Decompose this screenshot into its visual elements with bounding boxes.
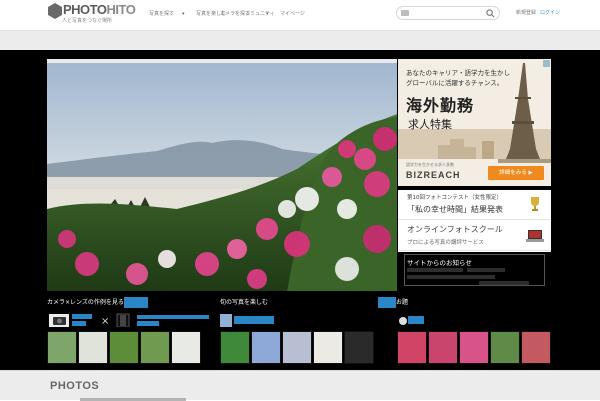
seasonal-row	[220, 312, 280, 327]
camera-lens-thumbs	[47, 331, 217, 364]
photo-thumbnail[interactable]	[459, 331, 489, 364]
photo-thumbnail[interactable]	[313, 331, 343, 364]
site-logo[interactable]: PHOTOHITO 人と写真をつなぐ場所	[48, 2, 138, 27]
ad-subheadline: 求人特集	[408, 118, 452, 131]
section-link-highlight	[123, 297, 148, 308]
ad-copy-line-2: グローバルに活躍するチャンス。	[406, 79, 504, 87]
promo-panel: 第10回フォトコンテスト（女性限定） 「私の幸せ時間」結果発表 オンラインフォト…	[398, 190, 551, 252]
photos-section-header: PHOTOS	[0, 370, 600, 401]
contest-banner[interactable]: 第10回フォトコンテスト（女性限定） 「私の幸せ時間」結果発表	[398, 190, 551, 220]
ad-copy-line-1: あなたのキャリア・語学力を生かし	[406, 69, 510, 77]
topic-strip	[399, 316, 424, 325]
photo-thumbnail[interactable]	[140, 331, 170, 364]
chevron-down-icon: ▾	[266, 11, 269, 17]
photo-thumbnail[interactable]	[251, 331, 281, 364]
site-header: PHOTOHITO 人と写真をつなぐ場所 写真を探す ▾ 写真を楽しむ カメラを…	[0, 0, 600, 30]
photo-thumbnail[interactable]	[490, 331, 520, 364]
seasonal-thumbs	[220, 331, 375, 364]
photo-thumbnail[interactable]	[428, 331, 458, 364]
contest-subtitle: 第10回フォトコンテスト（女性限定）	[407, 195, 502, 201]
section-seasonal-photos[interactable]: 旬の写真を楽しむ	[220, 297, 271, 308]
register-link[interactable]: 新規登録	[516, 10, 536, 16]
hero-landscape-image	[47, 59, 397, 291]
topic-thumbs	[397, 331, 552, 364]
ad-banner[interactable]: あなたのキャリア・語学力を生かし グローバルに活躍するチャンス。 海外勤務 求人…	[398, 59, 551, 186]
logo-tagline: 人と写真をつなぐ場所	[62, 18, 113, 24]
nav-item-mypage[interactable]: マイページ	[280, 6, 305, 22]
chevron-down-icon: ▾	[182, 11, 185, 17]
news-item[interactable]	[407, 268, 463, 272]
laptop-icon	[526, 230, 544, 242]
photos-heading: PHOTOS	[50, 380, 100, 392]
photo-thumbnail[interactable]	[397, 331, 427, 364]
news-item[interactable]	[407, 275, 495, 279]
school-title: オンラインフォトスクール	[407, 225, 503, 234]
svg-text:×: ×	[101, 316, 109, 327]
search-icon[interactable]	[486, 9, 495, 18]
photo-thumbnail[interactable]	[109, 331, 139, 364]
trophy-icon	[531, 197, 539, 211]
logo-hex-icon	[48, 3, 62, 19]
feature-stage: あなたのキャリア・語学力を生かし グローバルに活躍するチャンス。 海外勤務 求人…	[0, 50, 600, 370]
sub-nav-bar	[0, 30, 600, 50]
topic-row	[398, 312, 428, 326]
ad-headline: 海外勤務	[406, 96, 475, 115]
camera-lens-strip: ×	[49, 313, 209, 328]
nav-item-community[interactable]: コミュニティ	[245, 6, 275, 22]
photo-thumbnail[interactable]	[344, 331, 374, 364]
news-item[interactable]	[479, 281, 529, 285]
photo-thumbnail[interactable]	[171, 331, 201, 364]
news-heading: サイトからのお知らせ	[407, 259, 472, 267]
search-category-icon[interactable]	[401, 10, 409, 16]
school-subtitle: プロによる写真の講評サービス	[407, 240, 484, 246]
ad-brand-logo: BIZREACH	[406, 170, 461, 180]
hero-slide-indicator	[47, 59, 397, 63]
photo-thumbnail[interactable]	[78, 331, 108, 364]
photo-thumbnail[interactable]	[47, 331, 77, 364]
photo-thumbnail[interactable]	[282, 331, 312, 364]
section-camera-lens[interactable]: カメラ×レンズの作例を見る	[47, 297, 150, 308]
ad-choices-icon[interactable]	[543, 60, 550, 67]
photo-thumbnail[interactable]	[521, 331, 551, 364]
auth-links: 新規登録 ログイン	[516, 9, 560, 16]
seasonal-strip	[220, 314, 274, 327]
ad-cta-button[interactable]: 詳細をみる ▶	[488, 166, 544, 180]
camera-lens-row: ×	[47, 312, 217, 328]
logo-wordmark: PHOTOHITO	[63, 2, 136, 17]
photo-thumbnail[interactable]	[220, 331, 250, 364]
nav-item-find-photos[interactable]: 写真を探す	[149, 6, 174, 22]
search-input[interactable]	[411, 8, 483, 18]
photo-school-banner[interactable]: オンラインフォトスクール プロによる写真の講評サービス	[398, 221, 551, 251]
ad-fineprint: 語学力を生かせる求人多数	[406, 162, 454, 167]
section-link-highlight	[378, 297, 396, 308]
login-link[interactable]: ログイン	[540, 10, 560, 16]
hero-photo[interactable]	[47, 59, 397, 291]
contest-title: 「私の幸せ時間」結果発表	[407, 205, 503, 214]
news-item[interactable]	[467, 268, 505, 272]
site-news-box: サイトからのお知らせ	[404, 254, 545, 286]
search-box	[396, 6, 500, 20]
section-topic[interactable]: お題	[378, 297, 411, 308]
